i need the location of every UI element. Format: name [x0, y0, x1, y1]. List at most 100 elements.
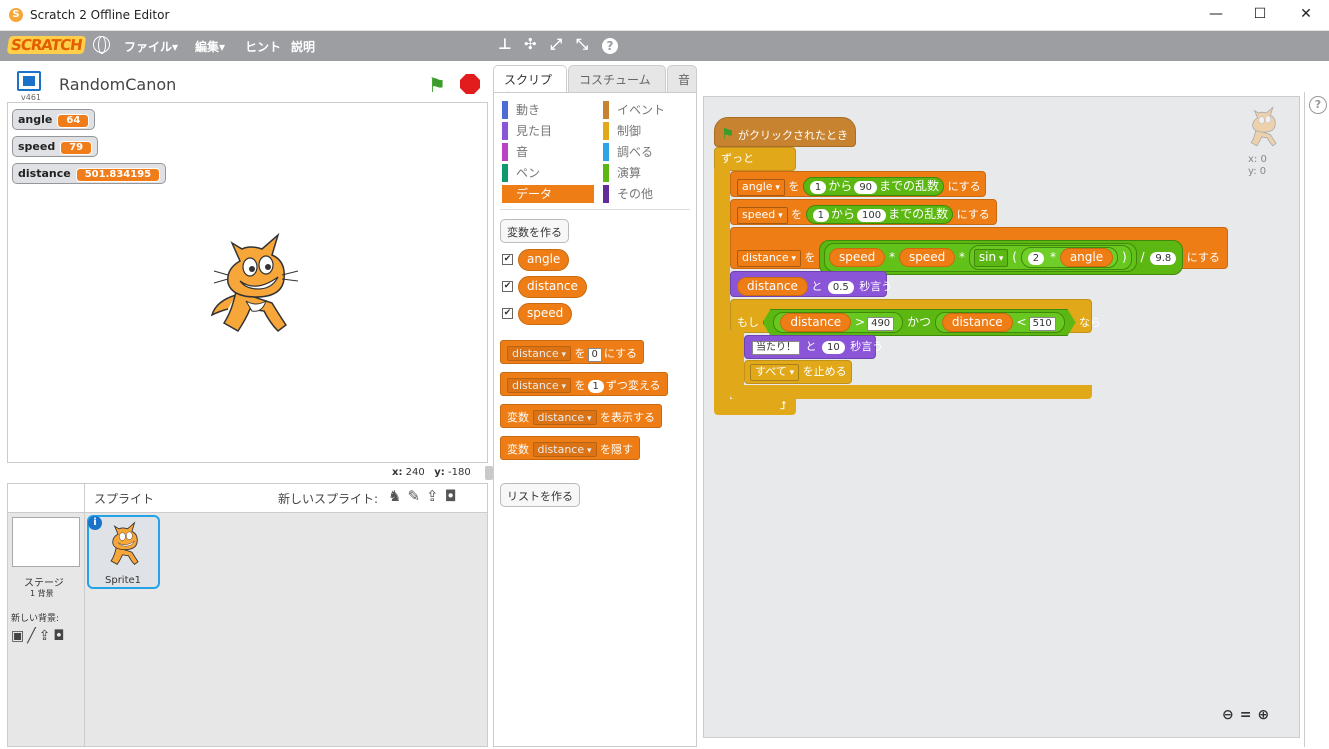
variable-dropdown[interactable]: distance: [507, 378, 572, 393]
category-motion[interactable]: 動き: [502, 101, 540, 119]
set-variable-block[interactable]: distance を0にする: [500, 340, 645, 364]
maximize-button[interactable]: ☐: [1250, 6, 1270, 24]
change-variable-block[interactable]: distance を1ずつ変える: [500, 372, 668, 396]
reporter-angle[interactable]: angle: [518, 249, 570, 271]
tab-scripts[interactable]: スクリプト: [493, 65, 567, 104]
category-data[interactable]: データ: [502, 185, 594, 203]
seconds-input[interactable]: 0.5: [827, 281, 854, 294]
from-input[interactable]: 1: [812, 209, 829, 222]
category-control[interactable]: 制御: [603, 122, 641, 140]
forever-block[interactable]: ずっと: [714, 147, 796, 171]
sprite-thumbnail-sprite1[interactable]: i Sprite1: [87, 515, 160, 589]
variable-dropdown[interactable]: distance: [507, 346, 572, 361]
checkbox-speed[interactable]: ✔: [502, 308, 513, 319]
shrink-icon[interactable]: ⤡: [576, 35, 588, 53]
cat-sprite-icon[interactable]: [206, 231, 306, 337]
monitor-distance[interactable]: distance 501.834195: [12, 163, 167, 184]
variable-dropdown[interactable]: speed: [737, 207, 788, 224]
reporter-distance[interactable]: distance: [780, 313, 851, 332]
category-sound[interactable]: 音: [502, 143, 528, 161]
message-input[interactable]: 当たり！: [752, 341, 800, 355]
fullscreen-icon[interactable]: [17, 71, 41, 91]
stop-option-dropdown[interactable]: すべて: [750, 364, 800, 381]
upload-backdrop-icon[interactable]: ⇪: [39, 628, 54, 644]
duplicate-stamp-icon[interactable]: ⊥: [498, 35, 512, 53]
menu-edit[interactable]: 編集▾: [195, 38, 225, 55]
stage[interactable]: angle 64 speed 79 distance 501.834195: [7, 102, 488, 463]
monitor-speed[interactable]: speed 79: [12, 136, 99, 157]
variable-dropdown[interactable]: angle: [737, 179, 785, 196]
less-than-condition[interactable]: distance <510: [935, 312, 1065, 333]
reporter-speed[interactable]: speed: [518, 303, 573, 325]
from-input[interactable]: 1: [809, 181, 827, 194]
scratch-logo[interactable]: SCRATCH: [6, 36, 86, 54]
collapse-stage-handle[interactable]: [485, 466, 493, 480]
checkbox-angle[interactable]: ✔: [502, 254, 513, 265]
delete-scissors-icon[interactable]: ✣: [524, 35, 537, 53]
make-variable-button[interactable]: 変数を作る: [500, 219, 569, 243]
if-block[interactable]: もし distance >490 かつ distance <510 なら: [730, 299, 1101, 336]
value-input[interactable]: 0: [587, 348, 602, 362]
category-looks[interactable]: 見た目: [502, 122, 552, 140]
stop-icon[interactable]: [460, 74, 480, 94]
random-reporter[interactable]: 1 から 90 までの乱数: [802, 177, 945, 196]
paint-sprite-icon[interactable]: ✎: [407, 487, 426, 505]
random-reporter[interactable]: 1 から 100 までの乱数: [805, 205, 954, 224]
divide-reporter[interactable]: speed * speed * sin ( 2 * angle ) / 9.8: [819, 240, 1184, 275]
reporter-distance[interactable]: distance: [518, 276, 587, 298]
number-input[interactable]: 9.8: [1150, 252, 1177, 265]
upload-sprite-icon[interactable]: ⇪: [426, 487, 445, 505]
value-input[interactable]: 1: [587, 380, 604, 393]
multiply-reporter[interactable]: 2 * angle: [1020, 247, 1119, 268]
variable-dropdown[interactable]: distance: [737, 250, 802, 267]
checkbox-distance[interactable]: ✔: [502, 281, 513, 292]
camera-sprite-icon[interactable]: ◘: [445, 487, 463, 505]
show-variable-block[interactable]: 変数 distance を表示する: [500, 404, 663, 428]
sin-reporter[interactable]: sin ( 2 * angle ): [968, 245, 1132, 270]
category-pen[interactable]: ペン: [502, 164, 540, 182]
camera-backdrop-icon[interactable]: ◘: [53, 628, 67, 644]
when-flag-clicked-block[interactable]: ⚑ がクリックされたとき: [714, 117, 856, 147]
set-angle-block[interactable]: angle を 1から90までの乱数 にする: [730, 171, 986, 197]
multiply-reporter[interactable]: speed * speed * sin ( 2 * angle ): [824, 243, 1137, 272]
zoom-out-icon[interactable]: ⊖: [1222, 707, 1240, 723]
menu-about[interactable]: 説明: [291, 38, 315, 55]
globe-icon[interactable]: [93, 36, 110, 54]
info-icon[interactable]: i: [88, 516, 102, 530]
stop-all-block[interactable]: すべて を止める: [744, 360, 852, 384]
choose-backdrop-icon[interactable]: ▣: [11, 628, 27, 644]
help-icon[interactable]: ?: [1309, 96, 1327, 114]
category-more[interactable]: その他: [603, 185, 653, 203]
and-condition[interactable]: distance >490 かつ distance <510: [763, 309, 1076, 336]
reporter-angle[interactable]: angle: [1059, 248, 1114, 267]
category-operators[interactable]: 演算: [603, 164, 641, 182]
reporter-distance[interactable]: distance: [737, 277, 808, 296]
make-list-button[interactable]: リストを作る: [500, 483, 580, 507]
project-name[interactable]: RandomCanon: [59, 75, 176, 94]
scripts-area[interactable]: x: 0y: 0 ⚑ がクリックされたとき ずっと ⮥ angle を 1から9…: [703, 96, 1300, 738]
help-icon[interactable]: ?: [602, 38, 618, 54]
menu-tips[interactable]: ヒント: [245, 38, 281, 55]
variable-dropdown[interactable]: distance: [532, 442, 597, 457]
set-speed-block[interactable]: speed を 1から100までの乱数 にする: [730, 199, 997, 225]
tab-costumes[interactable]: コスチューム: [568, 65, 666, 92]
reporter-speed[interactable]: speed: [829, 248, 886, 267]
category-sensing[interactable]: 調べる: [603, 143, 653, 161]
menu-file[interactable]: ファイル▾: [124, 38, 178, 55]
number-input[interactable]: 2: [1027, 252, 1045, 265]
stage-thumbnail[interactable]: [12, 517, 80, 567]
reporter-speed[interactable]: speed: [898, 248, 956, 267]
set-distance-block[interactable]: distance を speed * speed * sin ( 2 * ang…: [730, 227, 1228, 275]
function-dropdown[interactable]: sin: [973, 249, 1009, 267]
to-input[interactable]: 100: [857, 209, 887, 222]
tab-sounds[interactable]: 音: [667, 65, 697, 92]
category-events[interactable]: イベント: [603, 101, 665, 119]
hide-variable-block[interactable]: 変数 distance を隠す: [500, 436, 641, 460]
monitor-angle[interactable]: angle 64: [12, 109, 96, 130]
greater-than-condition[interactable]: distance >490: [773, 312, 903, 333]
zoom-in-icon[interactable]: ⊕: [1257, 707, 1275, 723]
number-input[interactable]: 490: [867, 317, 894, 331]
choose-sprite-icon[interactable]: ♞: [388, 487, 407, 505]
reporter-distance[interactable]: distance: [942, 313, 1013, 332]
number-input[interactable]: 510: [1029, 317, 1056, 331]
